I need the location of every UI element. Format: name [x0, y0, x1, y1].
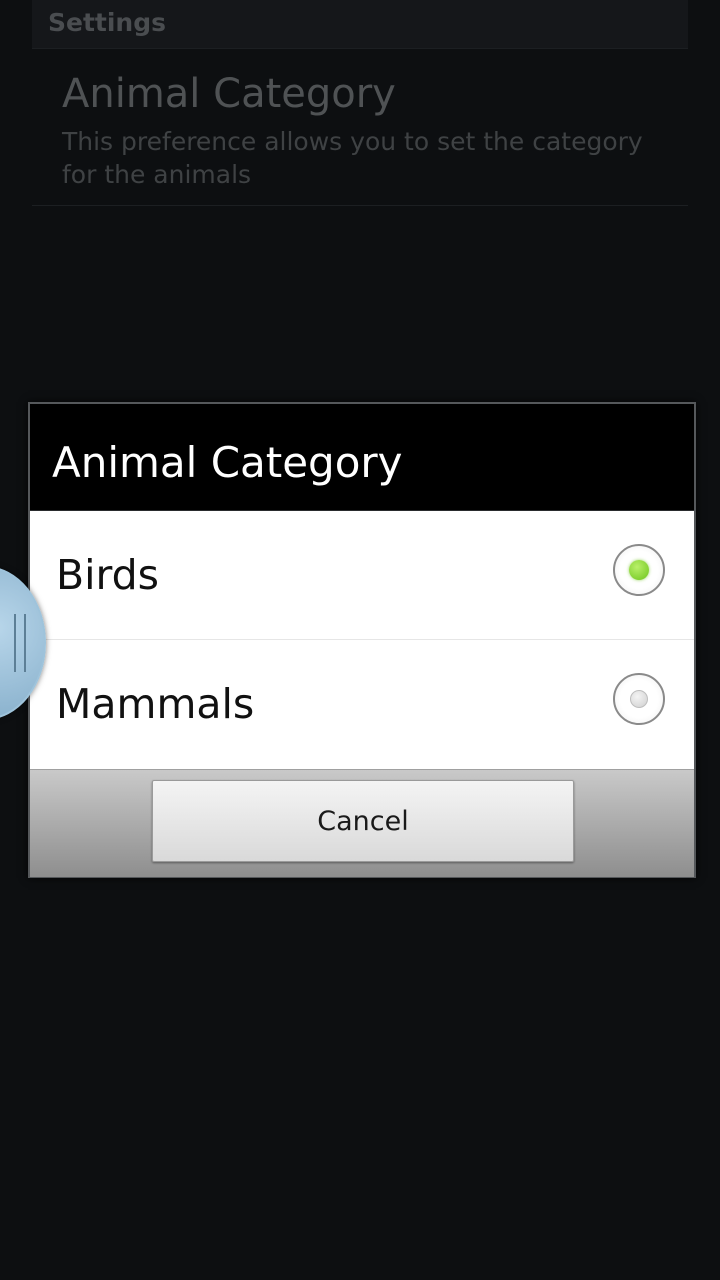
radio-dot	[629, 560, 649, 580]
preference-summary: This preference allows you to set the ca…	[62, 127, 643, 189]
preference-title: Animal Category	[62, 71, 396, 117]
settings-header-label: Settings	[48, 8, 167, 37]
dialog-title: Animal Category	[52, 438, 403, 487]
settings-category-header: Settings	[32, 0, 688, 49]
drag-handle-icon	[14, 614, 26, 672]
cancel-button[interactable]: Cancel	[152, 780, 574, 862]
animal-category-dialog: Animal Category Birds Mammals Cancel	[28, 402, 696, 878]
dialog-button-bar: Cancel	[30, 769, 694, 877]
option-mammals[interactable]: Mammals	[30, 640, 694, 768]
radio-checked-icon[interactable]	[613, 544, 665, 596]
dialog-title-bar: Animal Category	[30, 404, 694, 511]
option-list: Birds Mammals	[30, 511, 694, 769]
radio-unchecked-icon[interactable]	[613, 673, 665, 725]
radio-dot	[630, 690, 648, 708]
option-label: Birds	[56, 551, 160, 599]
screen: Settings Animal Category This preference…	[0, 0, 720, 1280]
option-label: Mammals	[56, 680, 255, 728]
cancel-label: Cancel	[317, 806, 409, 837]
option-birds[interactable]: Birds	[30, 511, 694, 640]
animal-category-preference[interactable]: Animal Category This preference allows y…	[32, 49, 688, 206]
